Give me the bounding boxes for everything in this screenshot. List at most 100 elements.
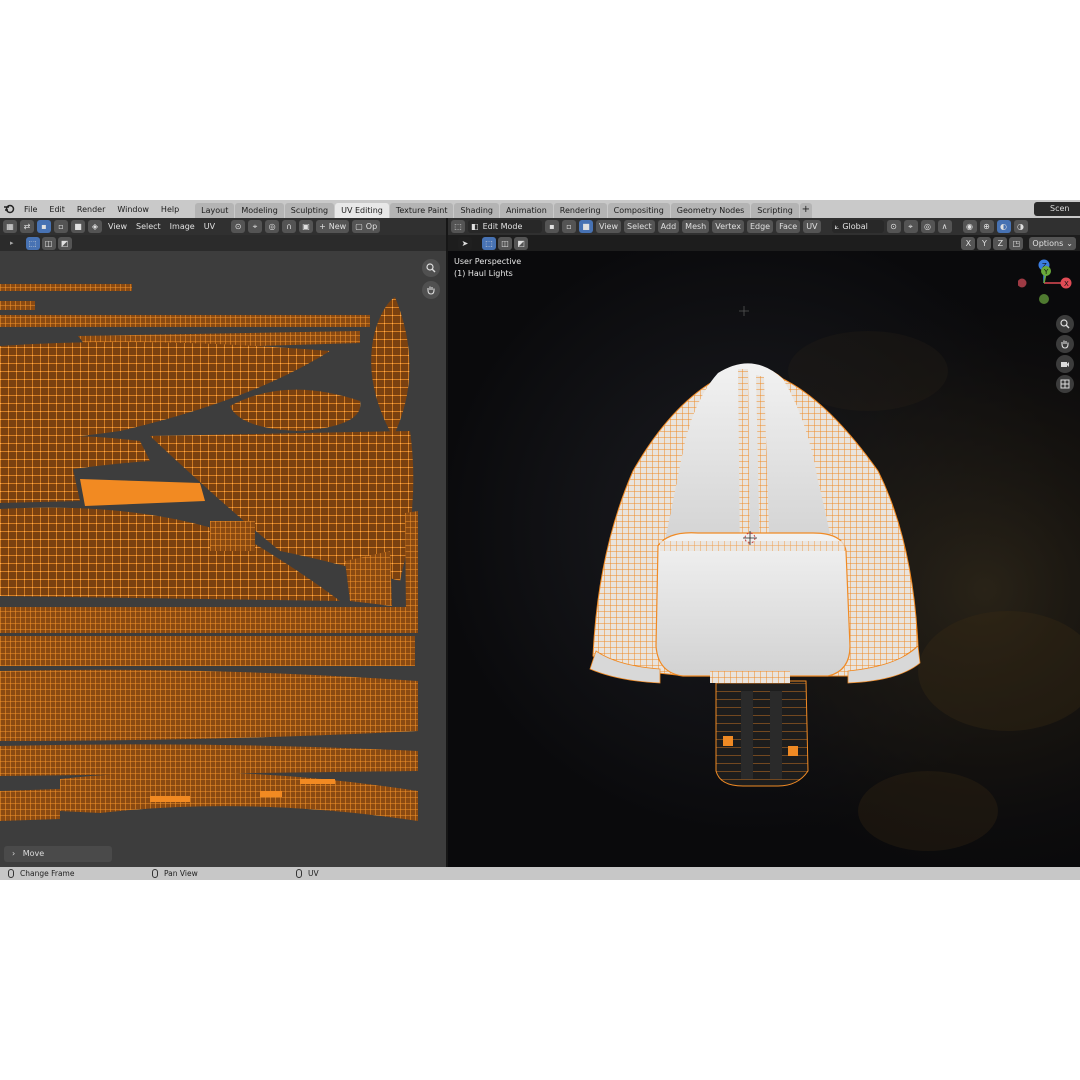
tab-scripting[interactable]: Scripting [751, 203, 799, 218]
tab-compositing[interactable]: Compositing [607, 203, 670, 218]
camera-view-icon[interactable] [1056, 355, 1074, 373]
sync-selection-icon[interactable]: ⇄ [20, 220, 34, 233]
blender-window: File Edit Render Window Help Layout Mode… [0, 200, 1080, 880]
pivot-icon[interactable]: ⊙ [231, 220, 246, 233]
new-image-button[interactable]: + New [316, 220, 350, 233]
options-dropdown[interactable]: Options ⌄ [1029, 236, 1076, 250]
uv-menu-select[interactable]: Select [133, 222, 164, 231]
perspective-label: User Perspective [454, 257, 522, 266]
vp-menu-view[interactable]: View [596, 220, 621, 233]
vp-select-box-icon[interactable]: ⬚ [482, 236, 496, 250]
viewport-editor-type-icon[interactable]: ⬚ [451, 220, 465, 233]
vp-snap-icon[interactable]: ⌖ [903, 220, 918, 233]
tab-animation[interactable]: Animation [499, 203, 553, 218]
gizmo-x-label: X [1064, 280, 1069, 288]
menu-edit[interactable]: Edit [43, 205, 71, 214]
vp-select-extend-icon[interactable]: ◫ [498, 236, 512, 250]
gizmo-icon[interactable]: ⊕ [979, 220, 994, 233]
uv-menu-image[interactable]: Image [167, 222, 198, 231]
select-mode-extend-icon[interactable]: ◫ [41, 236, 56, 250]
new-image-label: New [328, 222, 347, 231]
tab-texture-paint[interactable]: Texture Paint [389, 203, 454, 218]
menu-window[interactable]: Window [111, 205, 155, 214]
mirror-x-toggle[interactable]: X [961, 236, 976, 250]
falloff-icon[interactable]: ∩ [282, 220, 297, 233]
tab-layout[interactable]: Layout [195, 203, 235, 218]
vp-edge-select-icon[interactable]: ▫ [562, 220, 576, 233]
uv-editor-header: ▦ ⇄ ▪ ▫ ■ ◈ View Select Image UV ⊙ ⌖ ◎ ∩… [0, 218, 446, 235]
tab-rendering[interactable]: Rendering [553, 203, 607, 218]
tab-shading[interactable]: Shading [454, 203, 499, 218]
vp-select-subtract-icon[interactable]: ◩ [514, 236, 528, 250]
orientation-selector[interactable]: ⟀ Global [831, 220, 884, 233]
grid-view-icon[interactable] [1056, 375, 1074, 393]
status-left-label: Change Frame [20, 869, 75, 878]
menu-render[interactable]: Render [71, 205, 111, 214]
vp-menu-face[interactable]: Face [776, 220, 801, 233]
gizmo-y-label: Y [1043, 268, 1049, 276]
status-right: UV [296, 869, 319, 878]
select-box-icon[interactable]: ⬚ [25, 236, 40, 250]
blender-logo-icon[interactable] [0, 200, 18, 218]
vertex-select-icon[interactable]: ▪ [37, 220, 51, 233]
vp-pivot-icon[interactable]: ⊙ [886, 220, 901, 233]
open-image-button[interactable]: ▢ Op [352, 220, 381, 233]
select-mode-subtract-icon[interactable]: ◩ [57, 236, 72, 250]
zoom-icon[interactable] [422, 259, 440, 277]
pan-hand-icon[interactable] [422, 281, 440, 299]
status-left: Change Frame [8, 869, 74, 878]
vp-vertex-select-icon[interactable]: ▪ [545, 220, 559, 233]
workspace-tabs: Layout Modeling Sculpting UV Editing Tex… [195, 200, 812, 218]
uv-editor-canvas[interactable]: › Move [0, 251, 446, 867]
scene-selector[interactable]: Scen [1034, 202, 1080, 216]
menu-file[interactable]: File [18, 205, 43, 214]
xray-icon[interactable]: ◑ [1013, 220, 1028, 233]
options-chevron-icon: ⌄ [1066, 238, 1073, 248]
navigation-gizmo[interactable]: X Z Y [1018, 257, 1074, 309]
face-select-icon[interactable]: ■ [71, 220, 85, 233]
vp-menu-vertex[interactable]: Vertex [712, 220, 744, 233]
last-operator-label: Move [22, 849, 45, 858]
options-label: Options [1032, 238, 1064, 248]
cursor-tool-icon[interactable]: ➤ [458, 236, 472, 250]
tab-uv-editing[interactable]: UV Editing [335, 203, 389, 218]
expand-arrow-icon[interactable]: ▸ [10, 239, 14, 247]
top-bar: File Edit Render Window Help Layout Mode… [0, 200, 1080, 218]
vp-menu-edge[interactable]: Edge [746, 220, 774, 233]
mode-selector[interactable]: ◧ Edit Mode [468, 220, 542, 233]
vp-menu-uv[interactable]: UV [803, 220, 821, 233]
vp-menu-select[interactable]: Select [623, 220, 655, 233]
last-operator-panel[interactable]: › Move [4, 846, 112, 862]
vp-falloff-icon[interactable]: ∧ [937, 220, 952, 233]
proportional-edit-icon[interactable]: ◎ [265, 220, 280, 233]
tab-sculpting[interactable]: Sculpting [284, 203, 335, 218]
editor-type-icon[interactable]: ▦ [3, 220, 17, 233]
vp-zoom-icon[interactable] [1056, 315, 1074, 333]
sticky-mode-icon[interactable]: ◈ [88, 220, 102, 233]
tab-geometry-nodes[interactable]: Geometry Nodes [670, 203, 751, 218]
area-divider[interactable] [446, 218, 448, 867]
menu-help[interactable]: Help [155, 205, 185, 214]
vp-pan-hand-icon[interactable] [1056, 335, 1074, 353]
auto-merge-icon[interactable]: ◳ [1009, 236, 1024, 250]
image-browse-icon[interactable]: ▣ [299, 220, 314, 233]
add-workspace-button[interactable]: + [799, 203, 812, 218]
uv-menu-uv[interactable]: UV [201, 222, 218, 231]
uv-menu-view[interactable]: View [105, 222, 130, 231]
overlay-icon[interactable]: ◐ [996, 220, 1011, 233]
edit-mode-icon: ◧ [471, 222, 479, 231]
tab-modeling[interactable]: Modeling [235, 203, 284, 218]
scene-label: Scen [1050, 204, 1070, 213]
mirror-y-toggle[interactable]: Y [977, 236, 992, 250]
3d-viewport[interactable]: User Perspective (1) Haul Lights X Z Y [448, 251, 1080, 867]
snap-icon[interactable]: ⌖ [248, 220, 263, 233]
edge-select-icon[interactable]: ▫ [54, 220, 68, 233]
viewport-tool-header: ➤ ⬚ ◫ ◩ X Y Z ◳ Options ⌄ [448, 235, 1080, 251]
object-label: (1) Haul Lights [454, 269, 513, 278]
vp-proportional-icon[interactable]: ◎ [920, 220, 935, 233]
vp-menu-add[interactable]: Add [657, 220, 680, 233]
vp-face-select-icon[interactable]: ■ [579, 220, 593, 233]
vp-menu-mesh[interactable]: Mesh [682, 220, 710, 233]
visibility-icon[interactable]: ◉ [962, 220, 977, 233]
mirror-z-toggle[interactable]: Z [993, 236, 1008, 250]
